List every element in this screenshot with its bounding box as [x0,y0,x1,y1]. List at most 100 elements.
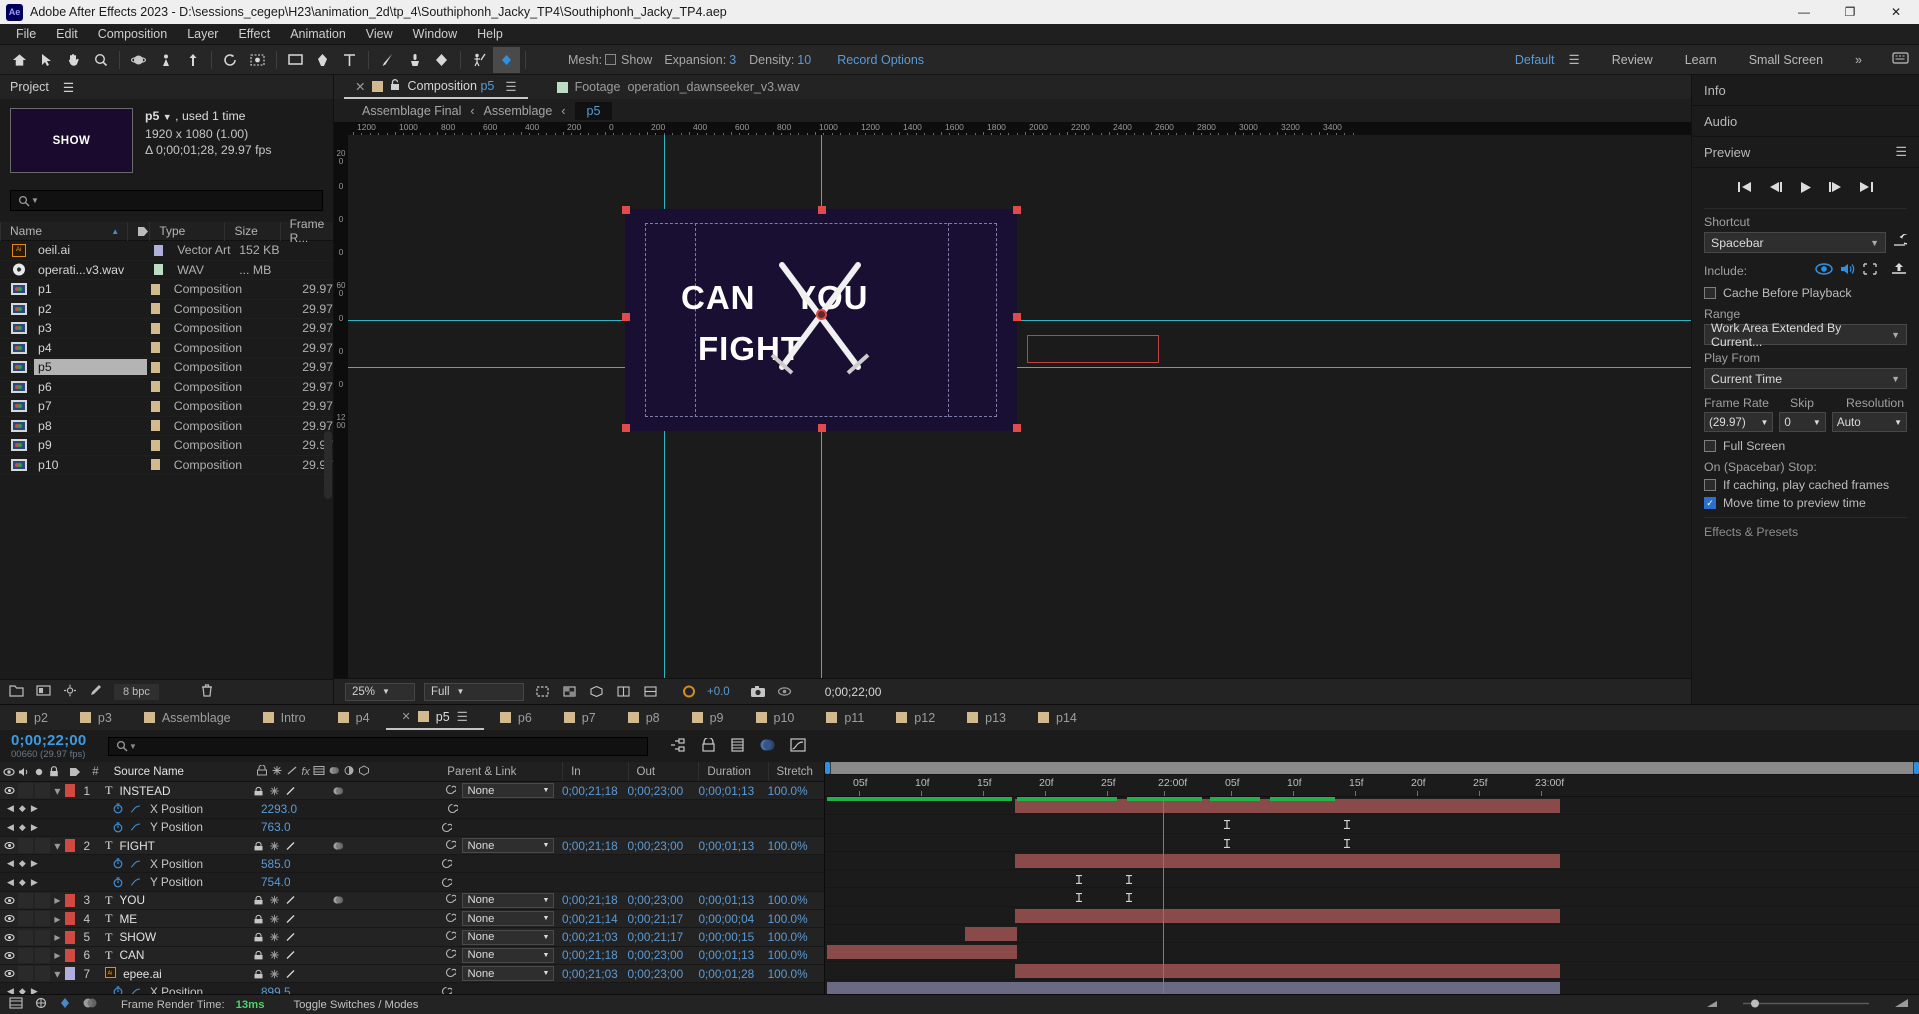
property-stopwatch[interactable] [113,873,130,890]
pickwhip-icon[interactable] [445,967,458,981]
property-value[interactable]: 585.0 [253,855,291,872]
property-pickwhip[interactable] [441,983,459,994]
hide-shy-layers-icon[interactable] [731,737,744,755]
switch-shy-icon[interactable] [251,783,266,798]
switch-shy-icon[interactable] [251,838,266,853]
item-dropdown-icon[interactable]: ▼ [163,112,172,122]
layer-out-point[interactable]: 0;00;23;00 [627,947,698,964]
switch-adjustment-icon[interactable] [347,838,362,853]
timeline-tab-p13[interactable]: p13 [951,705,1022,730]
keyframe-navigator[interactable]: ◀ ◆ ▶ [0,858,60,869]
timeline-tab-Assemblage[interactable]: Assemblage [128,705,247,730]
transparency-grid-icon[interactable] [560,683,578,700]
include-video-icon[interactable] [1814,262,1834,279]
layer-label-color[interactable] [64,839,75,853]
switch-fx-icon[interactable] [299,966,314,981]
timeline-tab-p2[interactable]: p2 [0,705,64,730]
layer-row[interactable]: ▸ 5 T SHOW None ▼ 0;00;21;03 0;00;21;17 0;00;00;… [0,928,824,947]
prev-keyframe-icon[interactable]: ◀ [7,822,14,833]
last-frame-button[interactable] [1859,181,1874,197]
full-screen-checkbox[interactable] [1704,440,1716,452]
switch-fx-icon[interactable] [299,783,314,798]
layer-duration-bar[interactable] [1015,799,1560,813]
switch-frameblend-icon[interactable] [315,838,330,853]
layer-source-name[interactable]: T YOU [97,892,251,909]
parent-select[interactable]: None ▼ [462,838,555,854]
project-item-row[interactable]: p9 Composition 29.97 [0,436,333,456]
close-tab-icon[interactable]: ✕ [402,710,411,723]
property-stopwatch[interactable] [113,983,130,994]
property-value[interactable]: 2293.0 [253,800,297,817]
layer-out-point[interactable]: 0;00;21;17 [627,910,698,927]
layer-stretch[interactable]: 100.0% [768,782,824,799]
layer-out-point[interactable]: 0;00;21;17 [627,928,698,945]
tab-footage-audio[interactable]: Footage operation_dawnseeker_v3.wav [546,75,811,99]
layer-duration-bar[interactable] [827,981,1560,994]
arrow-up-tool-icon[interactable] [179,47,206,73]
handle-top-right[interactable] [1013,206,1021,214]
record-options-button[interactable]: Record Options [837,53,924,67]
project-item-label-swatch[interactable] [150,400,160,412]
layer-solo-toggle[interactable] [34,928,50,945]
layer-track[interactable] [825,852,1919,871]
home-icon[interactable] [6,47,33,73]
layer-expand-toggle[interactable]: ▾ [50,965,65,982]
layer-label-color[interactable] [64,967,75,981]
switch-collapse-icon[interactable] [267,911,282,926]
project-item-row[interactable]: p6 Composition 29.97 [0,378,333,397]
property-stopwatch[interactable] [113,800,130,817]
rectangle-tool-icon[interactable] [282,47,309,73]
project-item-row[interactable]: p8 Composition 29.97 [0,417,333,436]
timeline-tab-p14[interactable]: p14 [1022,705,1093,730]
shortcut-select[interactable]: Spacebar ▼ [1704,232,1886,253]
keyframe-marker[interactable] [1075,875,1083,885]
layer-track[interactable] [825,907,1919,926]
search-help-icon[interactable] [1892,51,1909,68]
layer-duration-bar[interactable] [1015,853,1560,868]
property-pickwhip[interactable] [441,855,459,872]
switch-quality-icon[interactable] [283,838,298,853]
layer-row[interactable]: ▸ 4 T ME None ▼ 0;00;21;14 0;00;21;17 0;00;00;04… [0,910,824,929]
switch-3d-icon[interactable] [363,930,378,945]
keyframe-toggle-icon[interactable]: ◆ [19,858,26,869]
search-dropdown-icon[interactable]: ▼ [129,742,137,751]
menu-help[interactable]: Help [467,25,513,43]
pickwhip-icon[interactable] [445,784,458,798]
reset-shortcut-icon[interactable] [1892,233,1913,251]
layer-audio-toggle[interactable] [18,947,34,964]
property-stopwatch[interactable] [113,855,130,872]
project-item-row[interactable]: operati...v3.wav WAV ... MB [0,261,333,280]
menu-window[interactable]: Window [403,25,467,43]
project-file-list[interactable]: Ai oeil.ai Vector Art 152 KB operati...v3.wa… [0,241,333,679]
layer-stretch[interactable]: 100.0% [768,910,824,927]
frame-blending-icon[interactable] [9,997,23,1012]
layer-source-name[interactable]: T INSTEAD [97,782,251,799]
layer-source-name[interactable]: T CAN [97,947,251,964]
parent-select[interactable]: None ▼ [462,892,555,908]
keyframe-navigator[interactable]: ◀ ◆ ▶ [0,803,60,814]
layer-row[interactable]: ▾ 1 T INSTEAD None ▼ 0;00;21;18 0;00;23;00 0;00;… [0,782,824,801]
timeline-tab-p7[interactable]: p7 [548,705,612,730]
project-item-row[interactable]: p2 Composition 29.97 [0,300,333,319]
current-time-display[interactable]: 0;00;22;00 00660 (29.97 fps) [0,732,108,760]
layer-row[interactable]: ▾ 7 Ai epee.ai None ▼ 0;00;21;03 0;00;23;00 0;00… [0,964,824,984]
keyframe-navigator[interactable]: ◀ ◆ ▶ [0,877,60,888]
viewer-tab-menu-icon[interactable]: ☰ [505,79,516,94]
switch-3d-icon[interactable] [363,911,378,926]
switch-motionblur-icon[interactable] [331,911,346,926]
switch-quality-icon[interactable] [283,783,298,798]
layer-out-point[interactable]: 0;00;23;00 [627,965,698,982]
switch-fx-icon[interactable] [299,911,314,926]
layer-duration-bar[interactable] [1015,908,1560,923]
project-item-row[interactable]: p1 Composition 29.97 [0,280,333,300]
switch-3d-icon[interactable] [363,893,378,908]
layer-parent-link[interactable]: None ▼ [445,782,561,799]
preview-panel-menu-icon[interactable]: ☰ [1895,144,1907,160]
keyframe-toggle-icon[interactable]: ◆ [19,822,26,833]
column-type[interactable]: Type [149,221,224,241]
timeline-tab-p12[interactable]: p12 [880,705,951,730]
property-pickwhip[interactable] [441,873,459,890]
keyframe-marker[interactable] [1125,893,1133,903]
layer-expand-toggle[interactable]: ▸ [50,892,65,909]
layer-audio-toggle[interactable] [18,910,34,927]
